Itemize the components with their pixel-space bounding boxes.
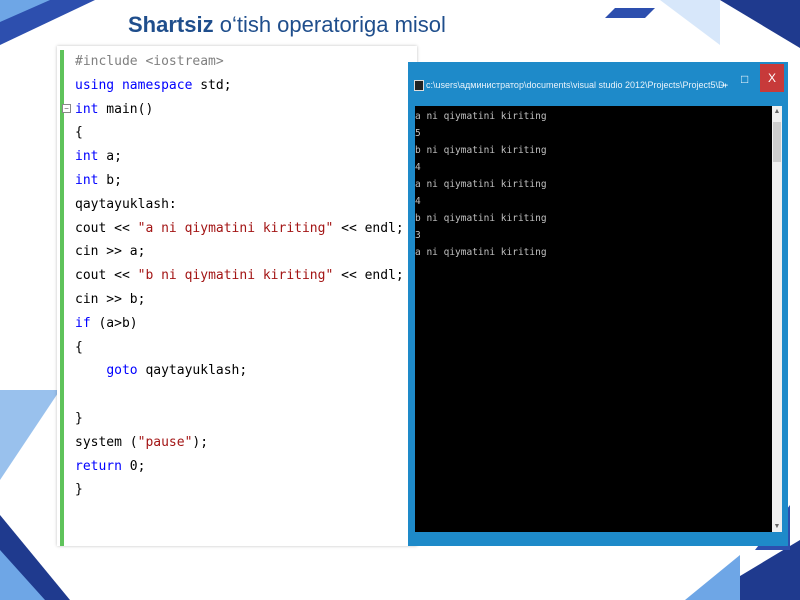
console-window[interactable]: c:\users\администратор\documents\visual … bbox=[408, 62, 788, 546]
code-line[interactable]: int a; bbox=[75, 145, 404, 169]
scroll-thumb[interactable] bbox=[773, 122, 781, 162]
slide-title-rest: o‘tish operatoriga misol bbox=[213, 12, 446, 37]
code-token: "b ni qiymatini kiriting" bbox=[137, 268, 334, 284]
code-token: { bbox=[75, 339, 83, 355]
code-token: << endl; bbox=[333, 220, 404, 236]
decor-shape-top-right bbox=[720, 0, 800, 48]
code-token: b; bbox=[98, 172, 122, 188]
code-token: int bbox=[75, 172, 99, 188]
code-token: int bbox=[75, 149, 99, 165]
code-token: qaytayuklash: bbox=[75, 196, 177, 212]
code-token: qaytayuklash; bbox=[137, 363, 248, 379]
code-token: } bbox=[75, 410, 83, 426]
scroll-up-arrow-icon[interactable]: ▲ bbox=[772, 108, 782, 115]
code-token: goto bbox=[106, 363, 138, 379]
code-line[interactable]: if (a>b) bbox=[75, 312, 404, 336]
code-line[interactable] bbox=[75, 383, 404, 407]
scroll-down-arrow-icon[interactable]: ▼ bbox=[772, 523, 782, 530]
code-line[interactable]: cout << "b ni qiymatini kiriting" << end… bbox=[75, 264, 404, 288]
code-token: cout << bbox=[75, 220, 138, 236]
code-line[interactable]: goto qaytayuklash; bbox=[75, 359, 404, 383]
decor-shape-left bbox=[0, 390, 60, 480]
code-line[interactable]: #include <iostream> bbox=[75, 50, 404, 74]
code-line[interactable]: } bbox=[75, 478, 404, 502]
minimize-button[interactable]: _ bbox=[721, 72, 731, 86]
console-title-path: c:\users\администратор\documents\visual … bbox=[426, 80, 726, 90]
decor-shape-bottom-right-light bbox=[685, 555, 740, 600]
code-token: using namespace bbox=[75, 77, 193, 93]
code-line[interactable]: return 0; bbox=[75, 455, 404, 479]
code-line[interactable]: { bbox=[75, 336, 404, 360]
code-line[interactable]: int b; bbox=[75, 169, 404, 193]
collapse-icon[interactable]: − bbox=[62, 104, 71, 113]
code-token: { bbox=[75, 125, 83, 141]
code-token: std; bbox=[192, 77, 232, 93]
code-token: cout << bbox=[75, 268, 138, 284]
console-output-area[interactable]: a ni qiymatini kiriting 5 b ni qiymatini… bbox=[415, 106, 781, 532]
close-button[interactable]: X bbox=[760, 64, 784, 92]
code-line[interactable]: qaytayuklash: bbox=[75, 193, 404, 217]
code-token: ); bbox=[192, 434, 209, 450]
code-token: #include <iostream> bbox=[75, 54, 224, 69]
code-line[interactable]: cout << "a ni qiymatini kiriting" << end… bbox=[75, 217, 404, 241]
console-app-icon bbox=[414, 80, 424, 91]
code-token: if bbox=[75, 315, 91, 331]
console-titlebar[interactable]: c:\users\администратор\documents\visual … bbox=[408, 62, 788, 104]
code-token: int bbox=[75, 101, 99, 117]
change-marker-bar bbox=[60, 50, 64, 546]
code-line[interactable]: using namespace std; bbox=[75, 74, 404, 98]
console-output-text: a ni qiymatini kiriting 5 b ni qiymatini… bbox=[415, 111, 547, 258]
code-line[interactable]: system ("pause"); bbox=[75, 431, 404, 455]
code-token: a; bbox=[98, 149, 122, 165]
code-token: "pause" bbox=[137, 434, 193, 450]
code-token: return bbox=[75, 458, 122, 474]
code-editor[interactable]: − #include <iostream> using namespace std… bbox=[57, 46, 417, 546]
code-line[interactable]: { bbox=[75, 121, 404, 145]
maximize-button[interactable]: □ bbox=[741, 72, 753, 86]
code-token: main() bbox=[98, 101, 154, 117]
slide-title: Shartsiz o‘tish operatoriga misol bbox=[128, 12, 446, 38]
code-line[interactable]: } bbox=[75, 407, 404, 431]
code-token: system ( bbox=[75, 434, 138, 450]
code-token: 0; bbox=[121, 458, 146, 474]
source-code[interactable]: #include <iostream> using namespace std; i… bbox=[75, 50, 404, 502]
decor-stripe-top bbox=[605, 8, 655, 18]
code-line[interactable]: cin >> a; bbox=[75, 240, 404, 264]
code-token: } bbox=[75, 482, 83, 498]
code-token: "a ni qiymatini kiriting" bbox=[137, 220, 334, 236]
code-token: cin >> b; bbox=[75, 291, 146, 307]
slide-title-bold: Shartsiz bbox=[128, 12, 214, 37]
code-line[interactable]: cin >> b; bbox=[75, 288, 404, 312]
decor-shape-top-left-light bbox=[0, 0, 50, 22]
console-scrollbar[interactable]: ▲ ▼ bbox=[772, 106, 782, 532]
decor-shape-top-right-light bbox=[660, 0, 720, 45]
code-line[interactable]: int main() bbox=[75, 98, 404, 122]
code-token: cin >> a; bbox=[75, 244, 146, 260]
code-token: << endl; bbox=[333, 268, 404, 284]
decor-shape-bottom-left-light bbox=[0, 550, 45, 600]
code-token: (a>b) bbox=[90, 315, 138, 331]
